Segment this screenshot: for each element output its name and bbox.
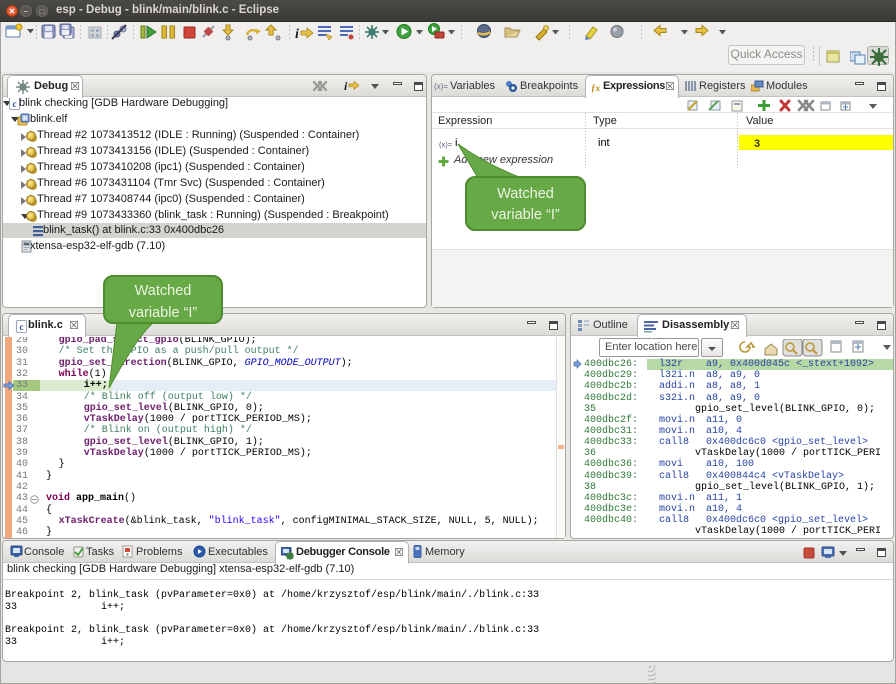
svg-text:i: i	[344, 80, 348, 93]
svg-text:i: i	[295, 27, 299, 42]
svg-text:(x)=: (x)=	[434, 82, 448, 91]
svg-text:c: c	[13, 99, 17, 109]
svg-text:ƒx: ƒx	[591, 83, 601, 93]
svg-text:c: c	[20, 322, 24, 332]
